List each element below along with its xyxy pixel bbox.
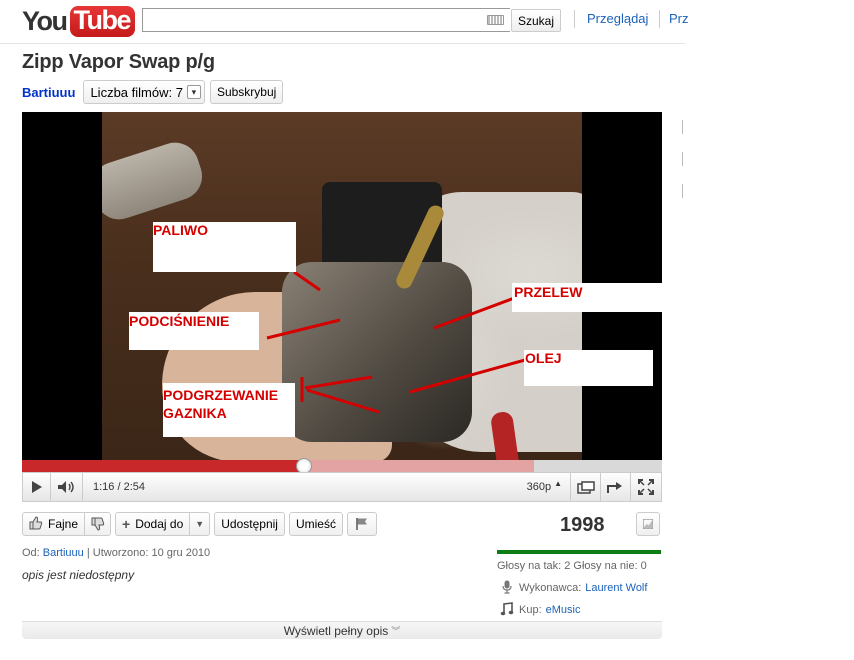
popout-button[interactable] (571, 473, 601, 501)
search-input[interactable] (143, 9, 510, 31)
author-link[interactable]: Bartiuuu (43, 547, 84, 559)
player-controls: 1:16 / 2:54 360p ▲ (22, 472, 662, 502)
play-button[interactable] (23, 473, 51, 501)
logo-you-text: You (22, 5, 68, 36)
header-divider (574, 10, 575, 28)
artist-credit: Wykonawca: Laurent Wolf (500, 579, 647, 597)
thumbs-down-icon (91, 517, 104, 531)
stats-chart-icon (643, 519, 653, 529)
quality-selector[interactable]: 360p ▲ (527, 473, 571, 501)
add-to-dropdown[interactable]: ▼ (190, 512, 211, 536)
thumbs-up-icon (29, 515, 43, 533)
carburetor-body-shape (282, 262, 472, 442)
masthead: You Tube Szukaj Przeglądaj Prz (0, 0, 689, 44)
bottle-shape (102, 136, 209, 226)
ratings-text: Głosy na tak: 2 Głosy na nie: 0 (497, 560, 647, 572)
plus-icon: + (122, 516, 131, 532)
subscribe-button[interactable]: Subskrybuj (209, 80, 284, 104)
annotation-podgrzewanie: PODGRZEWANIE (163, 387, 279, 403)
annotation-przelew: PRZELEW (514, 284, 583, 300)
artist-link[interactable]: Laurent Wolf (585, 582, 647, 594)
progress-bar[interactable] (22, 458, 662, 474)
annotation-olej: OLEJ (525, 350, 562, 366)
fullscreen-icon (638, 479, 654, 495)
buy-label: Kup: (519, 604, 542, 616)
dislike-button[interactable] (85, 512, 112, 536)
video-count-label: Liczba filmów: 7 (90, 84, 183, 100)
created-date: Utworzono: 10 gru 2010 (92, 547, 211, 559)
annotation-gaznika: GAZNIKA (163, 405, 227, 421)
play-icon (31, 481, 42, 493)
fullscreen-button[interactable] (631, 473, 661, 501)
share-button[interactable]: Udostępnij (214, 512, 285, 536)
keyboard-icon[interactable] (487, 15, 504, 25)
view-count: 1998 (560, 514, 605, 536)
description-text: opis jest niedostępny (22, 568, 135, 582)
add-to-button[interactable]: + Dodaj do (115, 512, 191, 536)
add-to-label: Dodaj do (135, 517, 184, 531)
upload-meta: Od: Bartiuuu | Utworzono: 10 gru 2010 (22, 547, 210, 559)
annotation-paliwo: PALIWO (153, 222, 208, 238)
show-full-description[interactable]: Wyświetl pełny opis ︾ (22, 621, 662, 639)
chevron-up-icon: ▲ (554, 478, 562, 488)
chevron-down-icon: ▾ (186, 85, 201, 99)
search-box (142, 8, 510, 32)
embed-button[interactable]: Umieść (288, 512, 343, 536)
browse-link[interactable]: Przeglądaj (587, 11, 648, 26)
action-bar: Fajne + Dodaj do ▼ Udostępnij Umieść (22, 512, 377, 536)
channel-link[interactable]: Bartiuuu (22, 85, 75, 100)
stats-button[interactable] (636, 512, 660, 536)
video-player[interactable]: PALIWO PODCIŚNIENIE PODGRZEWANIE GAZNIKA… (22, 112, 662, 502)
logo-tube-text: Tube (69, 5, 135, 37)
expand-label: Wyświetl pełny opis (283, 623, 389, 638)
progress-played (22, 460, 304, 472)
from-label: Od: (22, 547, 40, 559)
upload-link[interactable]: Prz (669, 11, 689, 26)
right-column-edge (682, 120, 684, 220)
microphone-icon (500, 580, 514, 597)
annotation-podcisnienie: PODCIŚNIENIE (129, 313, 230, 329)
youtube-logo[interactable]: You Tube (22, 2, 135, 40)
chevron-down-icon: ▼ (195, 519, 205, 529)
like-button[interactable]: Fajne (22, 512, 86, 536)
video-title: Zipp Vapor Swap p/g (22, 51, 215, 73)
artist-label: Wykonawca: (519, 582, 582, 594)
popout-icon (576, 480, 595, 494)
owner-row: Bartiuuu Liczba filmów: 7 ▾ Subskrybuj (22, 80, 284, 104)
chevron-down-icon: ︾ (391, 626, 401, 636)
ratings-bar (497, 550, 661, 554)
expand-icon (606, 482, 622, 493)
search-button[interactable]: Szukaj (511, 9, 562, 32)
flag-button[interactable] (346, 512, 377, 536)
expand-player-button[interactable] (601, 473, 631, 501)
volume-icon (57, 481, 74, 493)
like-label: Fajne (48, 517, 79, 531)
buy-link[interactable]: eMusic (546, 604, 581, 616)
volume-button[interactable] (51, 473, 83, 501)
music-note-icon (500, 601, 514, 619)
flag-icon (356, 518, 367, 530)
add-to-group: + Dodaj do ▼ (115, 512, 211, 536)
buy-credit: Kup: eMusic (500, 601, 580, 619)
quality-label: 360p (526, 481, 552, 493)
like-group: Fajne (22, 512, 112, 536)
header-divider (659, 10, 660, 28)
meta-separator: | (86, 547, 90, 559)
video-count-dropdown[interactable]: Liczba filmów: 7 ▾ (83, 80, 205, 104)
time-display: 1:16 / 2:54 (93, 481, 145, 493)
